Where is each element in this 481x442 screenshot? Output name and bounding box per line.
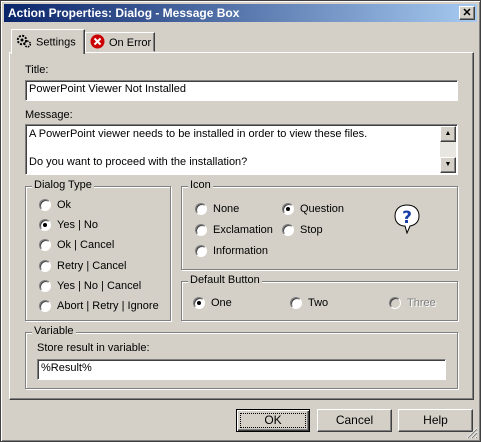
radio-label: Ok [57, 199, 72, 211]
radio-circle[interactable] [39, 219, 51, 231]
icon-group-title: Icon [188, 179, 213, 191]
message-textarea[interactable]: A PowerPoint viewer needs to be installe… [25, 124, 458, 175]
tab-on-error-label: On Error [109, 37, 152, 49]
radio-circle[interactable] [290, 297, 302, 309]
svg-text:?: ? [402, 208, 412, 228]
message-label: Message: [25, 109, 73, 121]
radio-circle[interactable] [195, 224, 207, 236]
radio-circle[interactable] [39, 239, 51, 251]
radio-circle[interactable] [39, 260, 51, 272]
cancel-button[interactable]: Cancel [317, 409, 392, 432]
radio-circle[interactable] [282, 224, 294, 236]
radio-label: Retry | Cancel [57, 260, 127, 272]
message-line: Do you want to proceed with the installa… [29, 156, 248, 168]
radio-label: Ok | Cancel [57, 239, 115, 251]
message-line: A PowerPoint viewer needs to be installe… [29, 128, 368, 140]
variable-label: Store result in variable: [37, 342, 150, 354]
radio-label: Question [300, 203, 345, 215]
radio-circle[interactable] [39, 199, 51, 211]
dialog-type-title: Dialog Type [32, 179, 94, 191]
radio-circle[interactable] [195, 203, 207, 215]
variable-input[interactable]: %Result% [37, 359, 446, 380]
title-label: Title: [25, 64, 49, 76]
radio-label: Exclamation [213, 224, 273, 236]
radio-circle[interactable] [193, 297, 205, 309]
radio-label: Information [213, 245, 269, 257]
ok-button-label: OK [264, 413, 282, 427]
tab-on-error[interactable]: On Error [85, 32, 155, 52]
title-input[interactable]: PowerPoint Viewer Not Installed [25, 80, 458, 101]
gear-icon [16, 33, 32, 52]
question-icon: ? [393, 204, 421, 235]
default-button-title: Default Button [188, 274, 262, 286]
dialog-window: Action Properties: Dialog - Message Box … [0, 0, 481, 442]
radio-circle [389, 297, 401, 309]
help-button[interactable]: Help [398, 409, 473, 432]
message-line [29, 141, 437, 155]
tab-settings-label: Settings [36, 36, 76, 49]
scroll-up-icon[interactable]: ▲ [440, 126, 456, 142]
message-scrollbar[interactable]: ▲ ▼ [440, 126, 456, 173]
error-icon [90, 34, 105, 52]
radio-label: None [213, 203, 240, 215]
window-title: Action Properties: Dialog - Message Box [8, 6, 240, 20]
title-bar[interactable]: Action Properties: Dialog - Message Box … [4, 4, 477, 22]
radio-label: Abort | Retry | Ignore [57, 300, 159, 312]
radio-label: Three [407, 297, 436, 309]
radio-label: Stop [300, 224, 323, 236]
resize-grip-icon[interactable] [466, 427, 478, 439]
radio-circle[interactable] [39, 280, 51, 292]
radio-label: Two [308, 297, 329, 309]
scroll-down-icon[interactable]: ▼ [440, 157, 456, 173]
ok-button[interactable]: OK [236, 409, 310, 432]
tab-settings[interactable]: Settings [11, 29, 85, 54]
radio-circle[interactable] [195, 245, 207, 257]
variable-title: Variable [32, 325, 76, 337]
radio-label: Yes | No | Cancel [57, 280, 142, 292]
radio-circle[interactable] [282, 203, 294, 215]
close-button[interactable]: ✕ [459, 6, 475, 20]
radio-label: One [211, 297, 232, 309]
radio-circle[interactable] [39, 300, 51, 312]
radio-label: Yes | No [57, 219, 98, 231]
